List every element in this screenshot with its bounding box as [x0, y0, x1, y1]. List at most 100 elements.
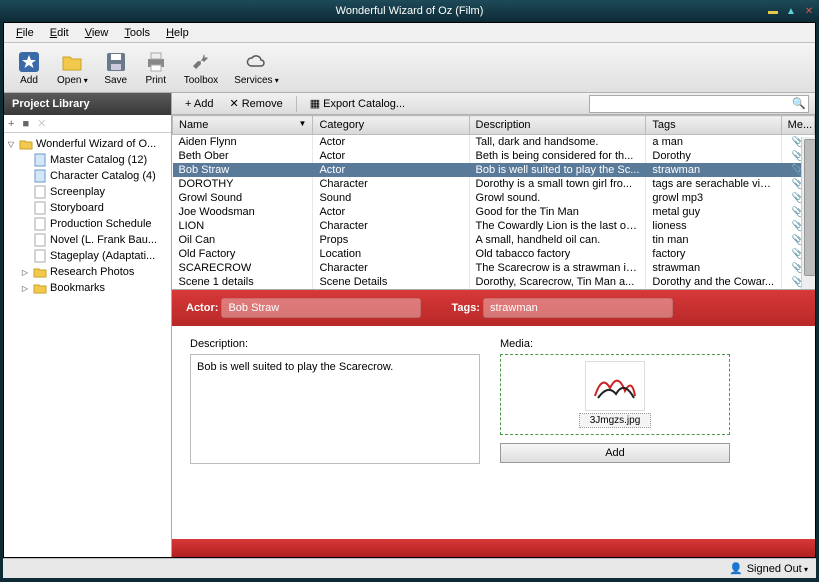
table-row[interactable]: Bob StrawActorBob is well suited to play… [173, 163, 815, 177]
detail-tags-input[interactable] [483, 298, 673, 318]
doc-icon [33, 185, 47, 199]
services-button[interactable]: Services [227, 47, 286, 89]
doc-icon [33, 217, 47, 231]
sidebar: Project Library + ■ ✕ ▽ Wonderful Wizard … [4, 93, 172, 557]
folder-icon [60, 50, 84, 74]
table-row[interactable]: Old FactoryLocationOld tabacco factoryfa… [173, 247, 815, 261]
window-titlebar: Wonderful Wizard of Oz (Film) ▬ ▲ ✕ [0, 0, 819, 22]
save-button[interactable]: Save [97, 47, 135, 89]
tree-label: Research Photos [50, 266, 134, 278]
search-icon[interactable]: 🔍 [790, 97, 808, 110]
doc-b-icon [33, 169, 47, 183]
tree-node[interactable]: ▷ Research Photos [6, 264, 169, 280]
add-media-button[interactable]: Add [500, 443, 730, 463]
menu-file[interactable]: File [8, 25, 42, 41]
media-dropzone[interactable]: 3Jmgzs.jpg [500, 354, 730, 435]
menu-help[interactable]: Help [158, 25, 197, 41]
table-row[interactable]: Joe WoodsmanActorGood for the Tin Manmet… [173, 205, 815, 219]
minimize-icon[interactable]: ▬ [767, 5, 779, 17]
folder-y-icon [19, 137, 33, 151]
folder-y-icon [33, 265, 47, 279]
project-tree: ▽ Wonderful Wizard of O... Master Catalog … [4, 133, 171, 557]
add-button[interactable]: Add [10, 47, 48, 89]
detail-name-input[interactable] [221, 298, 421, 318]
table-row[interactable]: SCARECROWCharacterThe Scarecrow is a str… [173, 261, 815, 275]
sidebar-remove-icon[interactable]: ✕ [37, 117, 46, 130]
menu-tools[interactable]: Tools [116, 25, 158, 41]
tree-node[interactable]: ▷ Bookmarks [6, 280, 169, 296]
tree-arrow-icon[interactable]: ▽ [6, 140, 16, 149]
tree-node[interactable]: ▽ Wonderful Wizard of O... [6, 136, 169, 152]
sidebar-folder-icon[interactable]: ■ [22, 118, 29, 130]
maximize-icon[interactable]: ▲ [785, 5, 797, 17]
search-box[interactable]: 🔍 [589, 95, 809, 113]
printer-icon [144, 50, 168, 74]
tree-label: Bookmarks [50, 282, 105, 294]
signed-out-menu[interactable]: Signed Out [747, 563, 808, 575]
media-thumbnail[interactable] [585, 361, 645, 411]
table-row[interactable]: Scene 1 detailsScene DetailsDorothy, Sca… [173, 275, 815, 289]
print-button[interactable]: Print [137, 47, 175, 89]
column-header[interactable]: Me... [781, 116, 814, 135]
add-button[interactable]: + Add [178, 95, 220, 113]
catalog-table-wrap: NameCategoryDescriptionTagsMe... Aiden F… [172, 115, 815, 289]
sidebar-tools: + ■ ✕ [4, 115, 171, 133]
close-icon[interactable]: ✕ [803, 5, 815, 17]
menu-view[interactable]: View [77, 25, 117, 41]
table-row[interactable]: DOROTHYCharacterDorothy is a small town … [173, 177, 815, 191]
detail-type-label: Actor: [186, 302, 218, 314]
doc-icon [33, 249, 47, 263]
tree-node[interactable]: Storyboard [6, 200, 169, 216]
tree-arrow-icon[interactable]: ▷ [20, 268, 30, 277]
tree-node[interactable]: Screenplay [6, 184, 169, 200]
media-filename[interactable]: 3Jmgzs.jpg [579, 413, 652, 428]
table-row[interactable]: Aiden FlynnActorTall, dark and handsome.… [173, 135, 815, 150]
table-row[interactable]: Oil CanPropsA small, handheld oil can.ti… [173, 233, 815, 247]
detail-header: Actor: Tags: [172, 290, 815, 326]
detail-panel: Actor: Tags: Description: Media: [172, 289, 815, 557]
doc-b-icon [33, 153, 47, 167]
open-button[interactable]: Open [50, 47, 95, 89]
tree-label: Production Schedule [50, 218, 152, 230]
tree-arrow-icon[interactable]: ▷ [20, 284, 30, 293]
tree-label: Storyboard [50, 202, 104, 214]
tree-label: Screenplay [50, 186, 105, 198]
column-header[interactable]: Category [313, 116, 469, 135]
table-row[interactable]: Beth OberActorBeth is being considered f… [173, 149, 815, 163]
doc-icon [33, 201, 47, 215]
menubar: FileEditViewToolsHelp [4, 23, 815, 43]
column-header[interactable]: Tags [646, 116, 781, 135]
doc-icon [33, 233, 47, 247]
thumbnail-image-icon [590, 366, 640, 406]
window-title: Wonderful Wizard of Oz (Film) [336, 5, 484, 17]
toolbox-button[interactable]: Toolbox [177, 47, 225, 89]
tree-node[interactable]: Production Schedule [6, 216, 169, 232]
cloud-icon [244, 50, 268, 74]
remove-button[interactable]: ✕ Remove [222, 94, 289, 113]
toolbar: AddOpenSavePrintToolboxServices [4, 43, 815, 93]
tree-node[interactable]: Stageplay (Adaptati... [6, 248, 169, 264]
tree-label: Wonderful Wizard of O... [36, 138, 156, 150]
sidebar-header: Project Library [4, 93, 171, 115]
export-catalog-button[interactable]: ▦ Export Catalog... [303, 94, 412, 113]
table-row[interactable]: LIONCharacterThe Cowardly Lion is the la… [173, 219, 815, 233]
catalog-table: NameCategoryDescriptionTagsMe... Aiden F… [172, 115, 815, 289]
search-input[interactable] [590, 98, 790, 110]
menu-edit[interactable]: Edit [42, 25, 77, 41]
column-header[interactable]: Name [173, 116, 313, 135]
tree-label: Novel (L. Frank Bau... [50, 234, 157, 246]
tree-label: Stageplay (Adaptati... [50, 250, 155, 262]
sidebar-add-icon[interactable]: + [8, 118, 14, 130]
media-label: Media: [500, 338, 730, 350]
table-scrollbar[interactable] [801, 137, 815, 289]
tree-node[interactable]: Master Catalog (12) [6, 152, 169, 168]
column-header[interactable]: Description [469, 116, 646, 135]
description-textarea[interactable] [190, 354, 480, 464]
tree-node[interactable]: Character Catalog (4) [6, 168, 169, 184]
detail-footer [172, 539, 815, 557]
table-row[interactable]: Growl SoundSoundGrowl sound.growl mp3📎 [173, 191, 815, 205]
table-toolbar: + Add ✕ Remove ▦ Export Catalog... 🔍 [172, 93, 815, 115]
tree-label: Master Catalog (12) [50, 154, 147, 166]
description-label: Description: [190, 338, 480, 350]
tree-node[interactable]: Novel (L. Frank Bau... [6, 232, 169, 248]
